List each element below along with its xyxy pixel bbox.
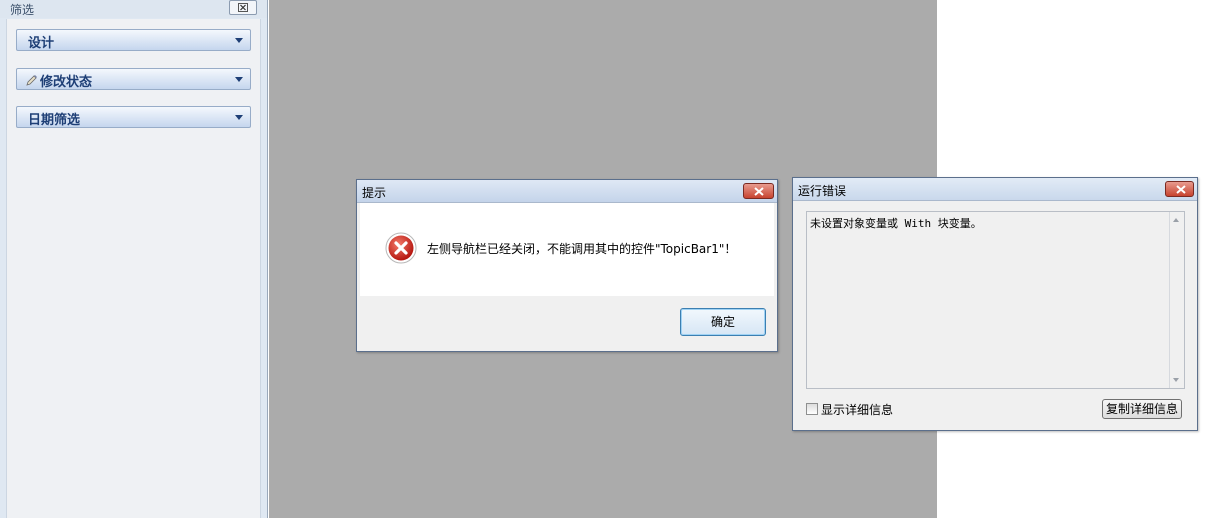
dialog-message: 左侧导航栏已经关闭，不能调用其中的控件"TopicBar1"！ — [427, 242, 737, 256]
chevron-down-icon — [235, 77, 243, 82]
panel-close-button[interactable] — [229, 0, 257, 15]
dialog-title-bar[interactable]: 提示 — [357, 180, 777, 203]
prompt-dialog: 提示 左侧导航栏已经关闭，不能调用其中的控件"TopicBar1"！ 确定 — [356, 179, 778, 352]
show-details-checkbox[interactable] — [806, 403, 818, 415]
close-icon — [754, 187, 764, 196]
close-icon — [238, 3, 248, 12]
vertical-scrollbar[interactable] — [1169, 212, 1184, 388]
runtime-error-dialog: 运行错误 未设置对象变量或 With 块变量。 显示详细信息 复制详细信息 — [792, 177, 1198, 431]
filter-panel: 筛选 设计 修改状态 日期筛选 — [0, 0, 268, 518]
error-text-area[interactable]: 未设置对象变量或 With 块变量。 — [806, 211, 1185, 389]
dialog-title: 运行错误 — [798, 184, 847, 198]
section-modify-status[interactable]: 修改状态 — [16, 68, 251, 90]
chevron-down-icon — [235, 115, 243, 120]
chevron-down-icon — [235, 38, 243, 43]
section-label: 设计 — [28, 36, 55, 51]
ok-button[interactable]: 确定 — [680, 308, 766, 336]
dialog-close-button[interactable] — [1165, 181, 1194, 197]
dialog-title-bar[interactable]: 运行错误 — [793, 178, 1197, 201]
dialog-close-button[interactable] — [743, 183, 774, 199]
close-icon — [1176, 185, 1186, 194]
scroll-up-icon[interactable] — [1173, 218, 1179, 222]
section-date-filter[interactable]: 日期筛选 — [16, 106, 251, 128]
show-details-label[interactable]: 显示详细信息 — [821, 401, 893, 418]
section-design[interactable]: 设计 — [16, 29, 251, 51]
pencil-icon — [26, 75, 37, 86]
error-icon — [385, 232, 417, 264]
panel-body — [6, 19, 261, 518]
copy-details-button[interactable]: 复制详细信息 — [1102, 399, 1182, 419]
panel-title-bar: 筛选 — [0, 0, 267, 18]
dialog-title: 提示 — [362, 186, 387, 200]
section-label: 修改状态 — [40, 75, 93, 90]
section-label: 日期筛选 — [28, 113, 81, 128]
dialog-content: 左侧导航栏已经关闭，不能调用其中的控件"TopicBar1"！ — [360, 203, 774, 296]
panel-title: 筛选 — [10, 3, 35, 17]
error-message: 未设置对象变量或 With 块变量。 — [810, 217, 982, 230]
scroll-down-icon[interactable] — [1173, 378, 1179, 382]
